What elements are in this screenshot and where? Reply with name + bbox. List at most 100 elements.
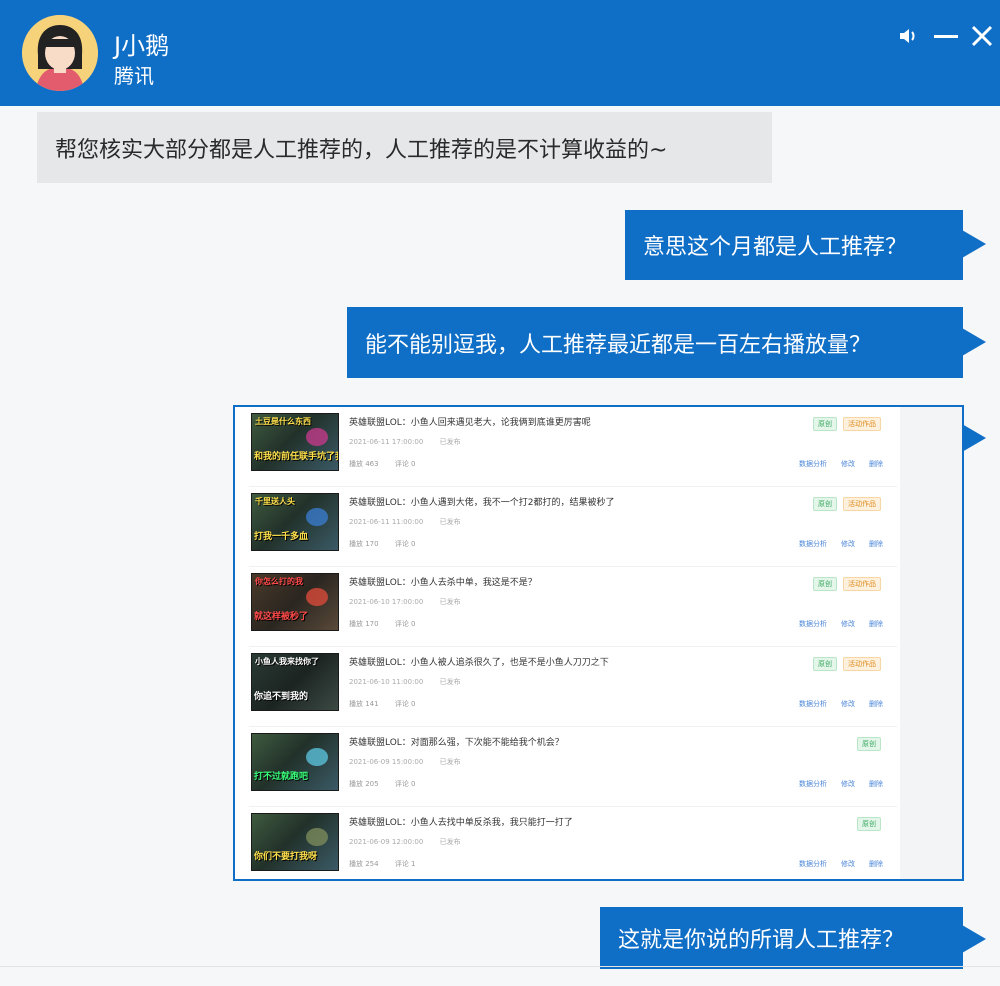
activity-badge: 活动作品 — [843, 497, 881, 511]
delete-link[interactable]: 删除 — [869, 459, 883, 469]
original-badge: 原创 — [813, 657, 837, 671]
outgoing-message: 这就是你说的所谓人工推荐？ — [600, 907, 963, 969]
video-date: 2021-06-10 17:00:00 — [349, 598, 424, 606]
video-thumbnail: 你们不要打我呀 — [251, 813, 339, 871]
video-actions: 数据分析 修改 删除 — [799, 619, 883, 629]
video-title: 英雄联盟LOL：小鱼人去找中单反杀我，我只能打一打了 — [349, 818, 573, 828]
video-stats: 播放 170 评论 0 — [349, 619, 430, 629]
activity-badge: 活动作品 — [843, 577, 881, 591]
video-badges: 原创 — [857, 737, 881, 751]
image-message-screenshot[interactable]: 土豆是什么东西 和我的前任联手坑了我 英雄联盟LOL：小鱼人回来遇见老大，论我俩… — [233, 405, 964, 881]
video-plays: 播放 463 — [349, 460, 379, 468]
video-stats: 播放 141 评论 0 — [349, 699, 430, 709]
contact-avatar[interactable] — [22, 15, 98, 91]
original-badge: 原创 — [813, 497, 837, 511]
video-stats: 播放 463 评论 0 — [349, 459, 430, 469]
video-status: 已发布 — [439, 518, 461, 526]
video-stats: 播放 170 评论 0 — [349, 539, 430, 549]
contact-organization: 腾讯 — [114, 64, 154, 88]
thumbnail-caption: 打我一千多血 — [254, 532, 309, 542]
video-title: 英雄联盟LOL：小鱼人回来遇见老大，论我俩到底谁更厉害呢 — [349, 418, 591, 428]
thumbnail-top-caption: 你怎么打的我 — [255, 577, 303, 586]
screenshot-side-panel — [900, 407, 962, 879]
edit-link[interactable]: 修改 — [841, 699, 855, 709]
analytics-link[interactable]: 数据分析 — [799, 779, 827, 789]
video-title: 英雄联盟LOL：小鱼人遇到大佬，我不一个打2都打的，结果被秒了 — [349, 498, 615, 508]
video-thumbnail: 千里送人头 打我一千多血 — [251, 493, 339, 551]
video-plays: 播放 170 — [349, 540, 379, 548]
input-divider — [0, 966, 1000, 967]
minimize-icon[interactable] — [932, 22, 960, 50]
activity-badge: 活动作品 — [843, 417, 881, 431]
video-date: 2021-06-09 12:00:00 — [349, 838, 424, 846]
thumbnail-top-caption: 小鱼人我来找你了 — [255, 657, 319, 666]
video-actions: 数据分析 修改 删除 — [799, 539, 883, 549]
analytics-link[interactable]: 数据分析 — [799, 619, 827, 629]
video-date: 2021-06-11 11:00:00 — [349, 518, 424, 526]
video-row: 小鱼人我来找你了 你追不到我的 英雄联盟LOL：小鱼人被人追杀很久了，也是不是小… — [249, 649, 897, 727]
analytics-link[interactable]: 数据分析 — [799, 859, 827, 869]
delete-link[interactable]: 删除 — [869, 779, 883, 789]
analytics-link[interactable]: 数据分析 — [799, 539, 827, 549]
video-actions: 数据分析 修改 删除 — [799, 859, 883, 869]
video-meta: 2021-06-11 11:00:00 已发布 — [349, 517, 475, 527]
video-row: 你们不要打我呀 英雄联盟LOL：小鱼人去找中单反杀我，我只能打一打了 2021-… — [249, 809, 897, 887]
video-row: 千里送人头 打我一千多血 英雄联盟LOL：小鱼人遇到大佬，我不一个打2都打的，结… — [249, 489, 897, 567]
video-meta: 2021-06-10 17:00:00 已发布 — [349, 597, 475, 607]
activity-badge: 活动作品 — [843, 657, 881, 671]
bubble-tail — [962, 424, 986, 452]
video-status: 已发布 — [439, 758, 461, 766]
message-text: 能不能别逗我，人工推荐最近都是一百左右播放量？ — [365, 332, 872, 358]
video-row: 你怎么打的我 就这样被秒了 英雄联盟LOL：小鱼人去杀中单，我这是不是？ 202… — [249, 569, 897, 647]
delete-link[interactable]: 删除 — [869, 539, 883, 549]
thumbnail-champion — [306, 748, 328, 766]
video-plays: 播放 254 — [349, 860, 379, 868]
video-comments: 评论 0 — [394, 780, 416, 788]
video-stats: 播放 254 评论 1 — [349, 859, 430, 869]
video-badges: 原创 活动作品 — [813, 577, 881, 591]
video-title: 英雄联盟LOL：小鱼人去杀中单，我这是不是？ — [349, 578, 537, 588]
edit-link[interactable]: 修改 — [841, 779, 855, 789]
bubble-tail — [962, 230, 986, 258]
video-plays: 播放 141 — [349, 700, 379, 708]
chat-header: J小鹅 腾讯 — [0, 0, 1000, 106]
thumbnail-champion — [306, 508, 328, 526]
video-comments: 评论 1 — [394, 860, 416, 868]
analytics-link[interactable]: 数据分析 — [799, 699, 827, 709]
thumbnail-champion — [306, 588, 328, 606]
thumbnail-top-caption: 土豆是什么东西 — [255, 417, 311, 426]
edit-link[interactable]: 修改 — [841, 859, 855, 869]
edit-link[interactable]: 修改 — [841, 539, 855, 549]
edit-link[interactable]: 修改 — [841, 619, 855, 629]
video-comments: 评论 0 — [394, 700, 416, 708]
speaker-icon[interactable] — [894, 22, 922, 50]
video-row: 打不过就跑吧 英雄联盟LOL：对面那么强，下次能不能给我个机会？ 2021-06… — [249, 729, 897, 807]
video-title: 英雄联盟LOL：小鱼人被人追杀很久了，也是不是小鱼人刀刀之下 — [349, 658, 609, 668]
video-actions: 数据分析 修改 删除 — [799, 459, 883, 469]
video-actions: 数据分析 修改 删除 — [799, 699, 883, 709]
analytics-link[interactable]: 数据分析 — [799, 459, 827, 469]
avatar-illustration — [22, 15, 98, 91]
video-badges: 原创 活动作品 — [813, 497, 881, 511]
outgoing-message: 能不能别逗我，人工推荐最近都是一百左右播放量？ — [347, 307, 963, 378]
video-meta: 2021-06-09 15:00:00 已发布 — [349, 757, 475, 767]
thumbnail-champion — [306, 428, 328, 446]
bubble-tail — [962, 328, 986, 356]
video-meta: 2021-06-10 11:00:00 已发布 — [349, 677, 475, 687]
original-badge: 原创 — [813, 577, 837, 591]
delete-link[interactable]: 删除 — [869, 699, 883, 709]
thumbnail-champion — [306, 828, 328, 846]
video-plays: 播放 205 — [349, 780, 379, 788]
video-badges: 原创 活动作品 — [813, 417, 881, 431]
edit-link[interactable]: 修改 — [841, 459, 855, 469]
video-badges: 原创 — [857, 817, 881, 831]
message-text: 意思这个月都是人工推荐？ — [643, 235, 908, 260]
video-date: 2021-06-09 15:00:00 — [349, 758, 424, 766]
video-row: 土豆是什么东西 和我的前任联手坑了我 英雄联盟LOL：小鱼人回来遇见老大，论我俩… — [249, 409, 897, 487]
video-thumbnail: 小鱼人我来找你了 你追不到我的 — [251, 653, 339, 711]
video-actions: 数据分析 修改 删除 — [799, 779, 883, 789]
close-icon[interactable] — [968, 22, 996, 50]
delete-link[interactable]: 删除 — [869, 619, 883, 629]
incoming-message: 帮您核实大部分都是人工推荐的，人工推荐的是不计算收益的~ — [37, 112, 772, 183]
delete-link[interactable]: 删除 — [869, 859, 883, 869]
